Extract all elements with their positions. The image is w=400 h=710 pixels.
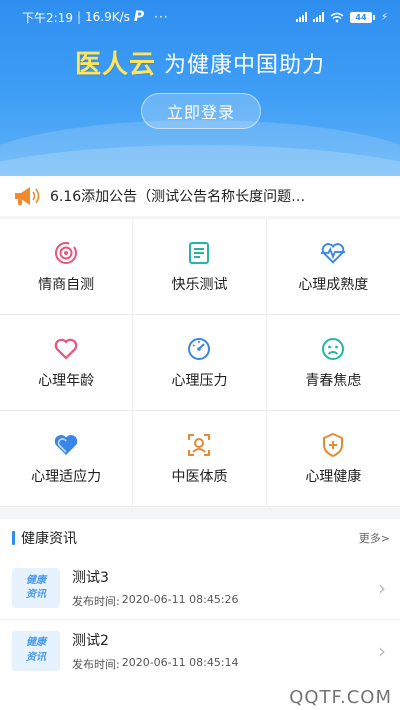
news-date: 发布时间: 2020-06-11 08:45:26: [72, 593, 239, 608]
announcement-text: 6.16添加公告（测试公告名称长度问题…: [50, 189, 306, 205]
news-thumbnail: 健康 资讯: [12, 568, 60, 608]
sad-face-icon: [320, 336, 346, 362]
news-date: 发布时间: 2020-06-11 08:45:14: [72, 655, 239, 671]
section-title: 健康资讯: [21, 531, 77, 547]
heart-pulse-icon: [320, 240, 346, 266]
battery-icon: 44: [349, 11, 375, 23]
status-time: 下午2:19: [22, 10, 73, 25]
grid-item-label: 心理年龄: [38, 372, 95, 389]
grid-item-mental-health[interactable]: 心理健康: [266, 411, 400, 507]
list-item[interactable]: 健康 资讯 测试2 发布时间: 2020-06-11 08:45:14 ›: [0, 619, 400, 681]
gauge-icon: [186, 336, 212, 362]
news-title: 测试3: [72, 570, 109, 586]
grid-item-happy-test[interactable]: 快乐测试: [133, 219, 267, 315]
grid-item-label: 快乐测试: [171, 276, 228, 293]
status-bar: 下午2:19 | 16.9K/s P ··· 44 ⚡: [22, 9, 388, 25]
network-speed: 16.9K/s: [85, 10, 130, 24]
section-header: 健康资讯 更多>: [0, 519, 400, 557]
battery-level: 44: [349, 11, 372, 23]
grid-item-label: 心理成熟度: [298, 276, 369, 293]
health-news-section: 健康资讯 更多> 健康 资讯 测试3 发布时间: 2020-06-11 08:4…: [0, 519, 400, 710]
feature-grid: 情商自测 快乐测试 心理成熟度 心理年龄 心理压力 青春焦虑 心理适应力 中医体…: [0, 219, 400, 507]
login-button[interactable]: 立即登录: [141, 93, 261, 129]
signal-icon: [312, 12, 324, 22]
more-notifications-icon: ···: [154, 10, 169, 24]
brand-row: 医人云 为健康中国助力: [0, 44, 400, 81]
grid-item-anxiety[interactable]: 青春焦虑: [266, 315, 400, 411]
chevron-right-icon: ›: [378, 638, 386, 663]
shield-plus-icon: [320, 432, 346, 458]
news-title: 测试2: [72, 632, 109, 649]
header-banner: 下午2:19 | 16.9K/s P ··· 44 ⚡ 医人云 为健康中国助力 …: [0, 0, 400, 176]
signal-icon: [295, 12, 307, 22]
watermark: QQTF.COM: [289, 687, 392, 708]
megaphone-icon: [15, 187, 40, 205]
grid-item-label: 心理压力: [171, 372, 228, 389]
grid-item-mental-age[interactable]: 心理年龄: [0, 315, 134, 411]
document-icon: [186, 240, 212, 266]
announcement-bar[interactable]: 6.16添加公告（测试公告名称长度问题…: [0, 176, 400, 216]
section-marker: [12, 531, 15, 545]
news-thumbnail: 健康 资讯: [12, 630, 60, 671]
grid-item-adaptability[interactable]: 心理适应力: [0, 411, 134, 507]
chevron-right-icon: ›: [378, 576, 386, 600]
target-icon: [53, 240, 79, 266]
heart-outline-icon: [53, 336, 79, 362]
charging-icon: ⚡: [380, 11, 388, 23]
grid-item-label: 心理健康: [305, 468, 362, 485]
grid-item-eq-test[interactable]: 情商自测: [0, 219, 134, 315]
grid-item-label: 心理适应力: [31, 468, 102, 485]
grid-item-label: 青春焦虑: [305, 372, 362, 389]
grid-item-tcm-constitution[interactable]: 中医体质: [133, 411, 267, 507]
list-item[interactable]: 健康 资讯 测试3 发布时间: 2020-06-11 08:45:26 ›: [0, 557, 400, 619]
app-notification-icon: P: [133, 9, 145, 25]
wifi-icon: [330, 12, 344, 22]
grid-item-label: 中医体质: [171, 468, 228, 485]
face-scan-icon: [186, 432, 212, 458]
grid-item-label: 情商自测: [38, 276, 95, 293]
heart-fill-icon: [53, 432, 79, 458]
more-link[interactable]: 更多>: [359, 530, 390, 546]
app-logo: 医人云: [74, 50, 156, 80]
grid-item-stress[interactable]: 心理压力: [133, 315, 267, 411]
slogan: 为健康中国助力: [164, 52, 326, 78]
grid-item-maturity[interactable]: 心理成熟度: [266, 219, 400, 315]
